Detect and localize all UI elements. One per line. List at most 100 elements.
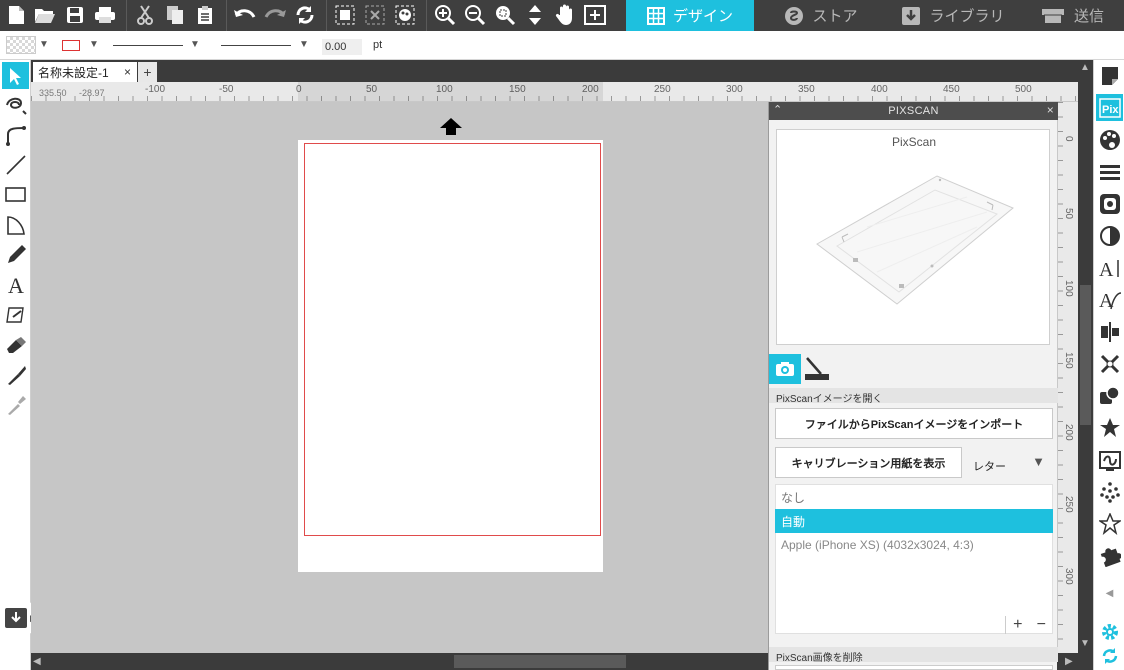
edit-selection-icon[interactable] [393,3,417,27]
tab-send[interactable]: 送信 [1020,0,1124,31]
tab-design-label: デザイン [672,8,733,25]
knife-tool-icon[interactable] [3,362,29,388]
list-item-selected[interactable]: 自動 [775,509,1053,533]
ruler-tick: 400 [871,84,888,95]
scroll-left-icon[interactable]: ◀ [33,656,41,667]
line-style-dropdown-icon[interactable]: ▼ [190,39,200,50]
vertical-ruler: 0 50 100 150 200 250 300 [1057,102,1078,653]
edit-points-icon[interactable] [3,92,29,118]
vertical-scrollbar[interactable]: ▲ ▼ [1078,60,1093,653]
collapse-arrow-icon[interactable]: ◀ [1096,585,1123,601]
fill-dropdown-icon[interactable]: ▼ [39,39,49,50]
select-all-icon[interactable] [333,3,357,27]
show-calibration-button[interactable]: キャリブレーション用紙を表示 [775,447,962,478]
replicate-icon[interactable] [1096,350,1123,377]
send-icon [1040,7,1066,25]
cut-area-border [304,143,601,536]
save-icon[interactable] [63,3,87,27]
curve-tool-icon[interactable] [3,122,29,148]
trace-icon[interactable] [1096,446,1123,473]
collapse-panel-icon[interactable]: ⌃ [773,103,783,116]
pencil-tool-icon[interactable] [3,242,29,268]
page-sheet[interactable] [298,140,603,572]
tab-store[interactable]: ストア [756,0,886,31]
scroll-up-icon[interactable]: ▲ [1080,62,1090,73]
delete-pixscan-button[interactable] [775,665,1053,670]
undo-icon[interactable] [233,3,257,27]
line-style-preview[interactable] [113,45,183,46]
image-effects-icon[interactable] [1096,190,1123,217]
pixscan-icon[interactable]: Pix [1096,94,1123,121]
camera-icon[interactable] [769,354,801,384]
close-panel-icon[interactable]: × [1047,103,1054,117]
vertical-scroll-thumb[interactable] [1080,285,1091,425]
tab-design[interactable]: デザイン [626,0,754,31]
modify-icon[interactable] [1096,382,1123,409]
page-setup-icon[interactable] [1096,62,1123,89]
eraser-tool-icon[interactable] [3,332,29,358]
warp-tool-icon[interactable] [3,302,29,328]
paste-icon[interactable] [193,3,217,27]
close-icon[interactable]: × [124,65,131,79]
new-document-icon[interactable] [4,3,28,27]
add-tab-button[interactable]: + [138,62,157,82]
zoom-in-icon[interactable] [433,3,457,27]
pixscan-preview: PixScan [776,129,1050,345]
paper-size-select[interactable]: レター ▼ [965,447,1053,478]
line-color-dropdown-icon[interactable]: ▼ [89,39,99,50]
print-icon[interactable] [93,3,117,27]
fill-palette-icon[interactable] [1096,126,1123,153]
deselect-icon[interactable] [363,3,387,27]
ruler-tick: 500 [1015,84,1032,95]
add-icon[interactable]: + [1013,616,1022,634]
refresh-icon[interactable] [293,3,317,27]
line-end-preview[interactable] [221,45,291,46]
settings-gear-icon[interactable] [1096,618,1123,645]
tab-library[interactable]: ライブラリ [888,0,1018,31]
horizontal-scroll-thumb[interactable] [454,655,626,668]
open-folder-icon[interactable] [33,3,57,27]
section-open-pixscan: PixScanイメージを開く [769,388,1058,405]
offset-icon[interactable] [1096,414,1123,441]
select-tool-icon[interactable] [2,62,29,89]
text-tool-icon[interactable]: A [3,272,29,298]
eyedropper-tool-icon[interactable] [3,392,29,418]
puzzle-icon[interactable] [1096,542,1123,569]
line-color-swatch[interactable] [62,40,80,51]
pan-move-icon[interactable] [523,3,547,27]
scroll-right-icon[interactable]: ▶ [1061,653,1093,670]
document-tab[interactable]: 名称未設定-1 × [33,62,137,82]
line-end-dropdown-icon[interactable]: ▼ [299,39,309,50]
properties-bar: ▼ ▼ ▼ ▼ 0.00 pt [0,31,1124,60]
hand-icon[interactable] [553,3,577,27]
list-item[interactable]: なし [775,485,1053,509]
list-item[interactable]: Apple (iPhone XS) (4032x3024, 4:3) [775,533,1053,557]
text-style-icon[interactable]: A [1096,254,1123,281]
line-tool-icon[interactable] [3,152,29,178]
list-actions: + − [1005,616,1053,634]
align-icon[interactable] [1096,318,1123,345]
line-style-icon[interactable] [1096,158,1123,185]
line-width-input[interactable]: 0.00 [322,39,362,55]
cut-icon[interactable] [133,3,157,27]
redo-icon[interactable] [263,3,287,27]
rectangle-tool-icon[interactable] [3,182,29,208]
zoom-select-icon[interactable] [493,3,517,27]
fill-color-swatch[interactable] [6,36,36,54]
polygon-tool-icon[interactable] [3,212,29,238]
transparency-icon[interactable] [1096,222,1123,249]
scroll-down-icon[interactable]: ▼ [1080,638,1090,649]
copy-icon[interactable] [163,3,187,27]
import-pixscan-button[interactable]: ファイルからPixScanイメージをインポート [775,408,1053,439]
sketch-dots-icon[interactable] [1096,478,1123,505]
sync-icon[interactable] [1096,644,1123,668]
remove-icon[interactable]: − [1037,616,1046,634]
pixscan-panel-header: ⌃ PIXSCAN × [769,102,1058,120]
star-outline-icon[interactable] [1096,510,1123,537]
scanner-icon[interactable] [803,356,831,382]
ruler-tick: 150 [1063,352,1074,369]
zoom-out-icon[interactable] [463,3,487,27]
text-on-path-icon[interactable]: A [1096,286,1123,313]
fit-to-page-icon[interactable] [583,3,607,27]
document-tabs: 名称未設定-1 × + [31,60,1078,82]
